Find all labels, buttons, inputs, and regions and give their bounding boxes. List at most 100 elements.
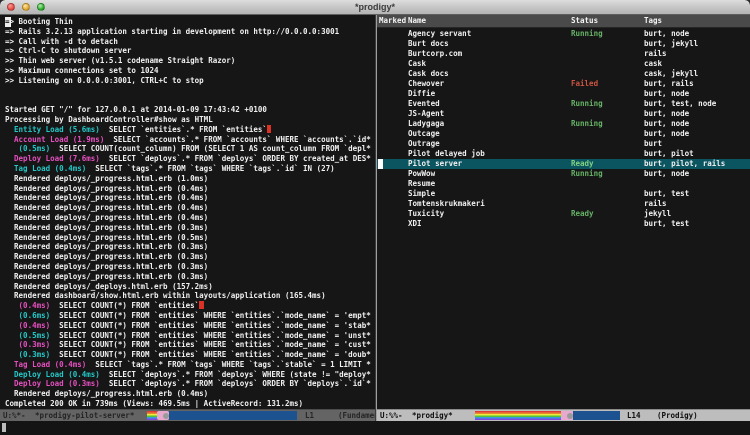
log-text: SELECT COUNT(*) FROM `entities` — [50, 301, 199, 310]
service-row[interactable]: XDIburt, test — [377, 219, 750, 229]
service-tags: cask — [644, 59, 662, 69]
log-text: (0.4ms) — [5, 321, 50, 330]
service-row[interactable]: Simple burt, test — [377, 189, 750, 199]
service-row[interactable]: Agency servantRunningburt, node — [377, 29, 750, 39]
log-line: Rendered deploys/_progress.html.erb (0.3… — [5, 272, 375, 282]
left-modeline[interactable]: U:%*- *prodigy-pilot-server* L1 (Fundame… — [0, 409, 375, 421]
service-row[interactable]: Diffieburt, node — [377, 89, 750, 99]
log-text: > Booting Thin — [10, 17, 73, 26]
frame-body: => Booting Thin=> Rails 3.2.13 applicati… — [0, 15, 750, 435]
log-text: Rendered deploys/_progress.html.erb (0.5… — [5, 233, 208, 242]
service-status: Ready — [571, 159, 594, 169]
column-header-name[interactable]: Name — [408, 15, 426, 27]
service-row[interactable]: JS-Agentburt, node — [377, 109, 750, 119]
log-text: SELECT COUNT(*) FROM `entities` WHERE `e… — [50, 331, 371, 340]
log-text: SELECT `tags`.* FROM `tags` WHERE `tags`… — [86, 164, 334, 173]
service-name: Simple — [408, 189, 435, 199]
service-row[interactable]: Cask docscask, jekyll — [377, 69, 750, 79]
log-line: Rendered deploys/_progress.html.erb (0.4… — [5, 184, 375, 194]
service-row[interactable]: Tomtenskrukmakerirails — [377, 199, 750, 209]
log-line: (0.5ms) SELECT COUNT(*) FROM `entities` … — [5, 331, 375, 341]
log-line — [5, 86, 375, 96]
log-text: Deploy Load (0.4ms) — [5, 370, 100, 379]
service-tags: burt, node — [644, 29, 689, 39]
panes: => Booting Thin=> Rails 3.2.13 applicati… — [0, 15, 750, 421]
trailing-whitespace-highlight — [199, 301, 204, 309]
service-name: Tuxicity — [408, 209, 444, 219]
service-row[interactable]: Burtcorp.comrails — [377, 49, 750, 59]
modeline-major-mode: (Prodigy) — [657, 410, 698, 421]
service-row[interactable]: EventedRunningburt, test, node — [377, 99, 750, 109]
modeline-flags: U:%%- — [380, 410, 403, 421]
log-text: SELECT `accounts`.* FROM `accounts` WHER… — [104, 135, 370, 144]
log-text: Started GET "/" for 127.0.0.1 at 2014-01… — [5, 105, 267, 114]
column-header-marked[interactable]: Marked — [379, 15, 406, 27]
service-row[interactable]: Burt docsburt, jekyll — [377, 39, 750, 49]
service-row[interactable]: PowWowRunningburt, node — [377, 169, 750, 179]
service-tags: burt, node — [644, 129, 689, 139]
nyan-space-track — [573, 411, 620, 420]
log-text: Rendered deploys/_progress.html.erb (0.3… — [5, 223, 208, 232]
service-row[interactable]: Caskcask — [377, 59, 750, 69]
server-log: => Booting Thin=> Rails 3.2.13 applicati… — [0, 15, 375, 409]
service-status: Running — [571, 169, 603, 179]
service-row[interactable]: Resume — [377, 179, 750, 189]
log-line: (0.3ms) SELECT COUNT(*) FROM `entities` … — [5, 350, 375, 360]
log-line: Tag Load (0.4ms) SELECT `tags`.* FROM `t… — [5, 360, 375, 370]
service-tags: burt, test — [644, 189, 689, 199]
log-text: SELECT COUNT(count_column) FROM (SELECT … — [50, 144, 371, 153]
log-text: Completed 200 OK in 739ms (Views: 469.5m… — [5, 399, 303, 408]
log-text: Account Load (1.9ms) — [5, 135, 104, 144]
nyan-rainbow — [147, 411, 157, 420]
title-bar[interactable]: *prodigy* — [0, 0, 750, 15]
nyan-cat-icon — [561, 411, 573, 420]
log-text: SELECT COUNT(*) FROM `entities` WHERE `e… — [50, 350, 371, 359]
log-text: >> Listening on 0.0.0.0:3001, CTRL+C to … — [5, 76, 204, 85]
minibuffer[interactable] — [0, 421, 750, 435]
service-name: Burtcorp.com — [408, 49, 462, 59]
service-tags: burt, rails — [644, 79, 694, 89]
log-text: Processing by DashboardController#show a… — [5, 115, 213, 124]
service-name: Pilot delayed job — [408, 149, 485, 159]
log-line: (0.5ms) SELECT COUNT(count_column) FROM … — [5, 144, 375, 154]
service-status: Failed — [571, 79, 598, 89]
modeline-major-mode: (Fundamen — [338, 410, 375, 421]
service-name: JS-Agent — [408, 109, 444, 119]
right-modeline[interactable]: U:%%- *prodigy* L14 (Prodigy) — [377, 409, 750, 421]
prodigy-pane[interactable]: Marked Name Status Tags Agency servantRu… — [377, 15, 750, 421]
service-row[interactable]: Chewover Failed burt, rails — [377, 79, 750, 89]
service-row[interactable]: Pilot delayed jobburt, pilot — [377, 149, 750, 159]
log-text: (0.5ms) — [5, 331, 50, 340]
modeline-line-number: L1 — [305, 410, 314, 421]
service-name: Evented — [408, 99, 440, 109]
log-text: Rendered deploys/_progress.html.erb (0.4… — [5, 203, 208, 212]
service-name: Resume — [408, 179, 435, 189]
log-text: Deploy Load (0.3ms) — [5, 379, 100, 388]
log-line: Deploy Load (0.4ms) SELECT `deploys`.* F… — [5, 370, 375, 380]
log-line: Rendered dashboard/show.html.erb within … — [5, 291, 375, 301]
log-line: => Rails 3.2.13 application starting in … — [5, 27, 375, 37]
column-header-tags[interactable]: Tags — [644, 15, 662, 27]
service-row[interactable]: Pilot serverReadyburt, pilot, rails — [377, 159, 750, 169]
point-cursor — [378, 159, 383, 169]
log-text: (0.5ms) — [5, 144, 50, 153]
service-name: Chewover — [408, 79, 444, 89]
service-row[interactable]: Outcageburt, node — [377, 129, 750, 139]
server-log-pane[interactable]: => Booting Thin=> Rails 3.2.13 applicati… — [0, 15, 375, 421]
service-tags: burt, node — [644, 119, 689, 129]
log-text: Rendered deploys/_progress.html.erb (0.4… — [5, 193, 208, 202]
service-tags: cask, jekyll — [644, 69, 698, 79]
service-row[interactable]: TuxicityReadyjekyll — [377, 209, 750, 219]
service-tags: jekyll — [644, 209, 671, 219]
log-text: >> Maximum connections set to 1024 — [5, 66, 159, 75]
service-row[interactable]: Outrageburt — [377, 139, 750, 149]
log-text: SELECT COUNT(*) FROM `entities` WHERE `e… — [50, 340, 371, 349]
column-header-status[interactable]: Status — [571, 15, 598, 27]
log-text: Tag Load (0.4ms) — [5, 360, 86, 369]
log-text: SELECT COUNT(*) FROM `entities` WHERE `e… — [50, 321, 371, 330]
log-text: (0.4ms) — [5, 301, 50, 310]
service-row[interactable]: LadygagaRunningburt, node — [377, 119, 750, 129]
service-tags: rails — [644, 199, 667, 209]
service-name: Ladygaga — [408, 119, 444, 129]
nyan-cat-icon — [157, 411, 169, 420]
